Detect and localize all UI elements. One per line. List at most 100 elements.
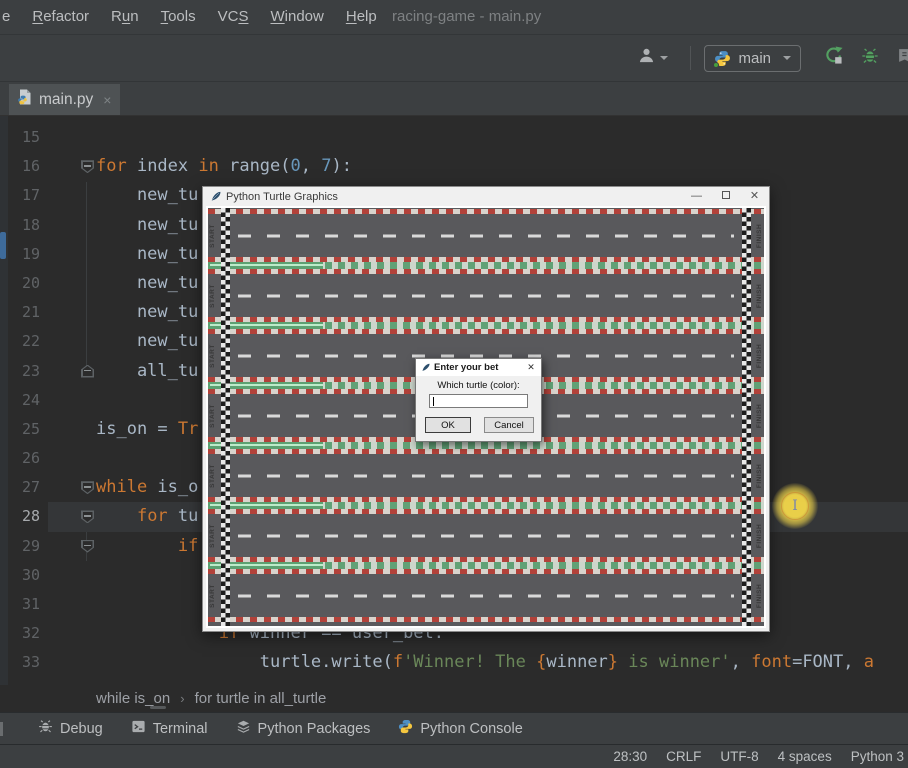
- line-number[interactable]: 32: [0, 619, 40, 648]
- python-file-icon: [17, 89, 33, 110]
- minimize-button[interactable]: —: [682, 187, 711, 206]
- dialog-buttons: OK Cancel: [416, 408, 541, 433]
- tab-main-py[interactable]: main.py ×: [9, 84, 120, 115]
- breadcrumb-separator-icon: ›: [180, 691, 184, 706]
- menu-item-e[interactable]: e: [0, 0, 21, 34]
- grass-separator: [208, 562, 764, 569]
- enter-bet-dialog[interactable]: Enter your bet ✕ Which turtle (color): O…: [415, 358, 542, 442]
- lane-dash-line: [238, 294, 734, 297]
- status-item[interactable]: Python 3: [851, 749, 904, 764]
- run-configuration-select[interactable]: main: [704, 45, 801, 72]
- debug-button[interactable]: [861, 47, 879, 70]
- turtle-window-titlebar[interactable]: Python Turtle Graphics — ✕: [203, 187, 769, 206]
- maximize-button[interactable]: [711, 187, 740, 206]
- lane-dash-line: [238, 354, 734, 357]
- packages-icon: [236, 719, 251, 738]
- status-item[interactable]: 28:30: [613, 749, 647, 764]
- menu-items: eRefactorRunToolsVCSWindowHelp: [0, 0, 388, 34]
- breadcrumb-item[interactable]: while is_on: [96, 690, 170, 707]
- bet-input[interactable]: [430, 395, 527, 407]
- rerun-button[interactable]: [824, 46, 843, 70]
- code-text: new_tu: [96, 327, 198, 356]
- chevron-down-icon: [660, 56, 668, 60]
- tool-window-button-label: Python Console: [420, 721, 522, 737]
- line-number[interactable]: 21: [0, 298, 40, 327]
- dialog-prompt-label: Which turtle (color):: [416, 380, 541, 391]
- line-number[interactable]: 27: [0, 473, 40, 502]
- turtle-window-title: Python Turtle Graphics: [226, 191, 682, 203]
- line-number[interactable]: 19: [0, 240, 40, 269]
- close-icon[interactable]: ✕: [521, 362, 541, 373]
- status-item[interactable]: CRLF: [666, 749, 701, 764]
- fold-marker-icon[interactable]: [81, 481, 94, 494]
- start-checkered-line: [221, 208, 230, 626]
- code-line-15: 15: [0, 123, 908, 152]
- cancel-button[interactable]: Cancel: [484, 417, 534, 433]
- tool-window-button-python-packages[interactable]: Python Packages: [236, 719, 371, 738]
- pycharm-window: eRefactorRunToolsVCSWindowHelp racing-ga…: [0, 0, 908, 768]
- line-number[interactable]: 17: [0, 181, 40, 210]
- menu-item-tools[interactable]: Tools: [150, 0, 207, 34]
- code-text: all_tu: [96, 357, 198, 386]
- line-number[interactable]: 30: [0, 561, 40, 590]
- finish-label: FINISH: [756, 583, 763, 607]
- lane-dash-line: [238, 234, 734, 237]
- fold-marker-icon[interactable]: [81, 510, 94, 523]
- tool-window-button-python-console[interactable]: Python Console: [398, 719, 522, 738]
- debug-icon: [38, 719, 53, 738]
- line-number[interactable]: 18: [0, 211, 40, 240]
- close-icon[interactable]: ×: [103, 92, 111, 108]
- line-number[interactable]: 22: [0, 327, 40, 356]
- splitter-handle[interactable]: [150, 706, 166, 709]
- lane-dash-line: [238, 534, 734, 537]
- menu-item-window[interactable]: Window: [259, 0, 334, 34]
- close-button[interactable]: ✕: [740, 187, 769, 206]
- race-lane-5: STARTFINISH: [208, 449, 764, 502]
- line-number[interactable]: 15: [0, 123, 40, 152]
- line-number[interactable]: 29: [0, 532, 40, 561]
- kerb-stripe: [208, 617, 764, 622]
- menu-item-vcs[interactable]: VCS: [207, 0, 260, 34]
- tool-window-button-terminal[interactable]: Terminal: [131, 719, 208, 738]
- code-text: turtle.write(f'Winner! The {winner} is w…: [96, 648, 874, 677]
- start-label: START: [209, 404, 216, 428]
- menu-item-help[interactable]: Help: [335, 0, 388, 34]
- line-number[interactable]: 23: [0, 357, 40, 386]
- finish-label: FINISH: [756, 343, 763, 367]
- feather-icon: [210, 191, 221, 202]
- line-number[interactable]: 25: [0, 415, 40, 444]
- status-items: 28:30 CRLF UTF-8 4 spaces Python 3: [613, 749, 904, 764]
- line-number[interactable]: 28: [0, 502, 40, 531]
- fold-marker-icon[interactable]: [81, 365, 94, 378]
- tool-window-button-label: Debug: [60, 721, 103, 737]
- status-item[interactable]: UTF-8: [720, 749, 758, 764]
- dialog-titlebar[interactable]: Enter your bet ✕: [416, 359, 541, 376]
- start-label: START: [209, 524, 216, 548]
- start-label: START: [209, 284, 216, 308]
- menu-item-refactor[interactable]: Refactor: [21, 0, 100, 34]
- line-number[interactable]: 16: [0, 152, 40, 181]
- user-account-button[interactable]: [638, 47, 668, 69]
- breadcrumb-item[interactable]: for turtle in all_turtle: [195, 690, 327, 707]
- terminal-icon: [131, 719, 146, 738]
- finish-label: FINISH: [756, 223, 763, 247]
- grass-separator: [208, 502, 764, 509]
- feather-icon: [421, 363, 430, 372]
- start-label: START: [209, 344, 216, 368]
- grass-separator: [208, 262, 764, 269]
- fold-marker-icon[interactable]: [81, 160, 94, 173]
- menu-item-run[interactable]: Run: [100, 0, 150, 34]
- profiler-button[interactable]: [897, 47, 908, 69]
- line-number[interactable]: 26: [0, 444, 40, 473]
- line-number[interactable]: 20: [0, 269, 40, 298]
- start-label: START: [209, 464, 216, 488]
- fold-marker-icon[interactable]: [81, 540, 94, 553]
- line-number[interactable]: 33: [0, 648, 40, 677]
- line-number[interactable]: 31: [0, 590, 40, 619]
- tool-window-button-label: Python Packages: [258, 721, 371, 737]
- line-number[interactable]: 24: [0, 386, 40, 415]
- ok-button[interactable]: OK: [425, 417, 471, 433]
- tool-window-button-debug[interactable]: Debug: [38, 719, 103, 738]
- status-item[interactable]: 4 spaces: [778, 749, 832, 764]
- grass-separator: [208, 442, 764, 449]
